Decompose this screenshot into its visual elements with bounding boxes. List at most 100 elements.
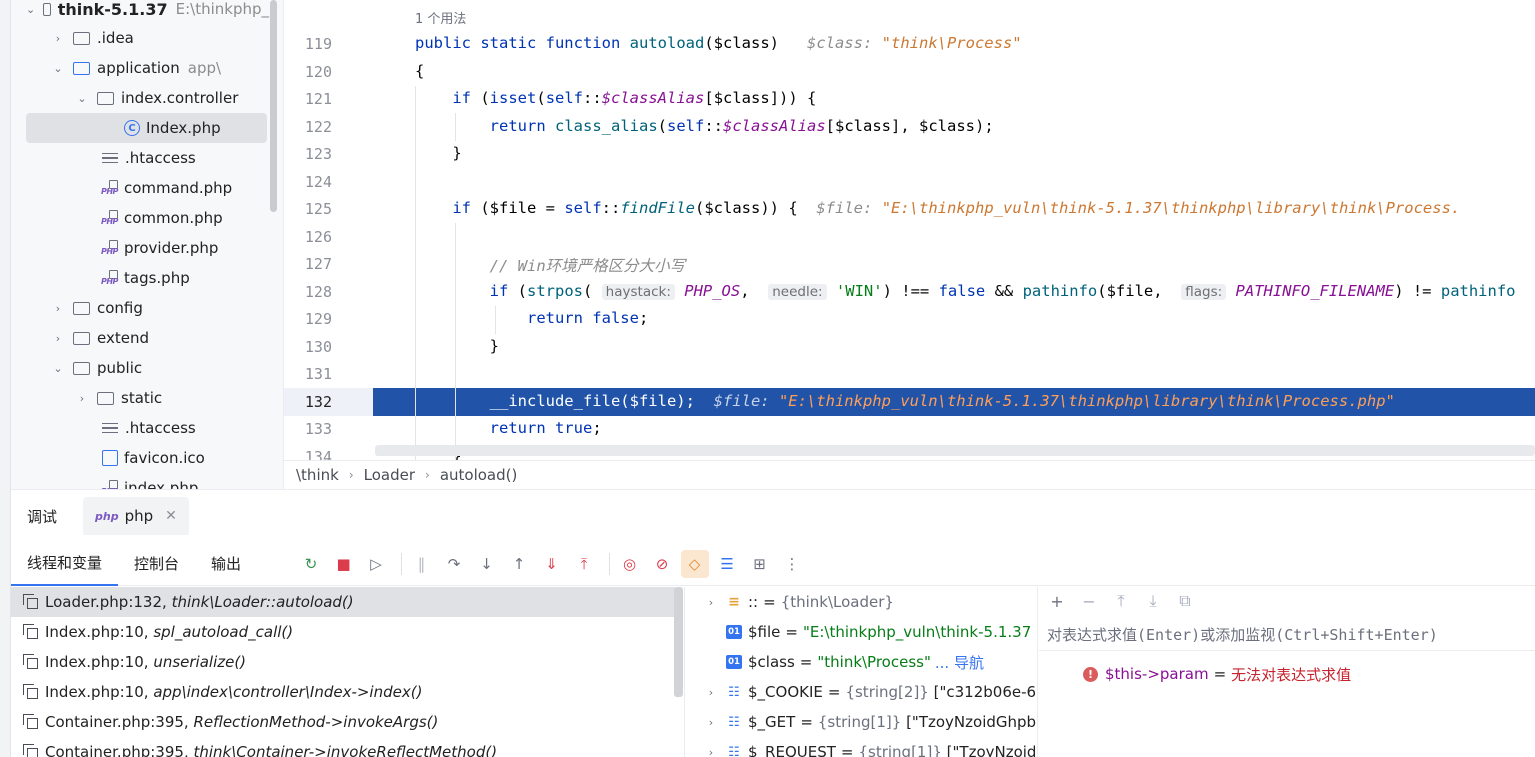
chevron-right-icon[interactable]: ›: [702, 746, 720, 757]
copy-icon[interactable]: ⧉: [1173, 589, 1197, 613]
usage-hint[interactable]: 1 个用法: [415, 8, 466, 27]
remove-icon[interactable]: −: [1077, 589, 1101, 613]
tree-item-extend[interactable]: › extend: [51, 323, 269, 353]
add-icon[interactable]: +: [1045, 589, 1069, 613]
php-file-icon: PHP: [101, 180, 119, 196]
line-number: 128: [304, 283, 332, 301]
evaluate-expression-field[interactable]: [1039, 619, 1535, 651]
stack-frame[interactable]: Index.php:10, unserialize(): [11, 647, 675, 677]
php-icon: php: [95, 509, 119, 523]
frame-icon: [23, 594, 39, 610]
code-line-125: if ($file = self::findFile($class)) { $f…: [452, 199, 1461, 217]
view-breakpoints-icon[interactable]: ◎: [616, 550, 644, 578]
chevron-right-icon[interactable]: ›: [702, 596, 720, 609]
chevron-right-icon[interactable]: ›: [702, 686, 720, 699]
tree-item-provider-php[interactable]: PHP provider.php: [101, 233, 269, 263]
breadcrumb-item[interactable]: autoload(): [440, 466, 518, 484]
tree-item-idea[interactable]: › .idea: [51, 23, 269, 53]
more-options-icon[interactable]: ⋮: [778, 550, 806, 578]
folder-icon: [73, 361, 90, 375]
frame-function: think\Container->invokeReflectMethod(): [193, 743, 498, 757]
tree-item-label: favicon.ico: [124, 449, 205, 467]
tree-item-application[interactable]: ⌄ application app\: [51, 53, 269, 83]
frames-list: Loader.php:132, think\Loader::autoload()…: [11, 587, 685, 757]
step-over-icon[interactable]: ↷: [440, 550, 468, 578]
stop-icon[interactable]: ■: [330, 550, 358, 578]
tree-item-label: index.controller: [121, 89, 239, 107]
add-watch-icon[interactable]: ⊞: [746, 550, 774, 578]
variable-row[interactable]: 01 $class = "think\Process"... 导航: [686, 647, 1037, 677]
stack-frame[interactable]: Index.php:10, spl_autoload_call(): [11, 617, 675, 647]
breadcrumb-item[interactable]: \think: [296, 466, 339, 484]
evaluate-expression-input[interactable]: [1047, 625, 1535, 644]
break-at-first-line-icon[interactable]: ◇: [680, 549, 709, 578]
editor-horizontal-scrollbar[interactable]: [375, 445, 1535, 456]
watch-entry[interactable]: ! $this->param = 无法对表达式求值: [1039, 659, 1351, 689]
stack-frame[interactable]: Index.php:10, app\index\controller\Index…: [11, 677, 675, 707]
variable-row[interactable]: 01 $file = "E:\thinkphp_vuln\think-5.1.37: [686, 617, 1037, 647]
chevron-right-icon: ›: [55, 301, 61, 315]
code-comment: // Win环境严格区分大小写: [489, 257, 686, 275]
project-tree: ⌄ think-5.1.37 E:\thinkphp_ › .idea ⌄ ap…: [0, 0, 284, 489]
watch-expression: $this->param: [1105, 665, 1209, 683]
tab-console[interactable]: 控制台: [118, 542, 195, 586]
line-number: 123: [304, 145, 332, 163]
tree-item-htaccess[interactable]: .htaccess: [102, 143, 269, 173]
frames-scrollbar[interactable]: [674, 587, 683, 697]
frame-icon: [23, 744, 39, 757]
navigate-link[interactable]: ... 导航: [935, 652, 984, 673]
debug-header: 调试 php php ✕: [11, 490, 1535, 542]
tree-item-static[interactable]: › static: [75, 383, 269, 413]
frame-location: Container.php:395,: [45, 743, 189, 757]
variable-row[interactable]: › ≡ :: = {think\Loader}: [686, 587, 1037, 617]
frame-function: unserialize(): [153, 653, 247, 671]
inline-debug-value: "E:\thinkphp_vuln\think-5.1.37\thinkphp\…: [881, 199, 1461, 217]
frames-list-icon[interactable]: ☰: [713, 550, 741, 578]
code-editor[interactable]: 1 个用法 119 120 121 122 123 124 125 126 12…: [284, 0, 1535, 460]
debug-session-tab[interactable]: php php ✕: [83, 497, 189, 535]
tree-item-index-php[interactable]: C Index.php: [26, 113, 267, 143]
breadcrumb-separator: ›: [425, 468, 430, 482]
tree-item-favicon[interactable]: favicon.ico: [102, 443, 269, 473]
tree-item-index-php-public[interactable]: PHP index.php: [101, 473, 269, 489]
variable-row[interactable]: › ☷ $_GET = {string[1]} ["TzoyNzoidGhpbl: [686, 707, 1037, 737]
chevron-right-icon[interactable]: ›: [702, 716, 720, 729]
watches-panel: + − ⤒ ⤓ ⧉ ! $this->param=无法对表达式求值: [1039, 587, 1535, 757]
stack-frame[interactable]: Loader.php:132, think\Loader::autoload(): [11, 587, 675, 617]
tree-item-command-php[interactable]: PHP command.php: [101, 173, 269, 203]
pause-icon[interactable]: ‖: [408, 550, 436, 578]
tree-item-public[interactable]: ⌄ public: [51, 353, 269, 383]
tree-scrollbar[interactable]: [270, 0, 277, 212]
move-down-icon[interactable]: ⤓: [1141, 589, 1165, 613]
inline-debug-label: $class:: [806, 34, 873, 52]
tree-item-config[interactable]: › config: [51, 293, 269, 323]
run-to-cursor-icon[interactable]: ⤒: [570, 550, 598, 578]
folder-icon: [73, 331, 90, 345]
variable-row[interactable]: › ☷ $_REQUEST = {string[1]} ["TzoyNzoid: [686, 737, 1037, 757]
tree-item-tags-php[interactable]: PHP tags.php: [101, 263, 269, 293]
debug-toolbar: 线程和变量 控制台 输出 ↻ ■ ▷ ‖ ↷ ↓ ↑ ⇓ ⤒ ◎ ⊘ ◇ ☰ ⊞…: [11, 542, 1535, 586]
close-icon[interactable]: ✕: [165, 508, 177, 524]
frame-icon: [23, 654, 39, 670]
tree-item-root[interactable]: ⌄ think-5.1.37 E:\thinkphp_: [26, 0, 269, 24]
mute-breakpoints-icon[interactable]: ⊘: [648, 550, 676, 578]
tree-item-common-php[interactable]: PHP common.php: [101, 203, 269, 233]
step-out-icon[interactable]: ↑: [505, 550, 533, 578]
tree-item-index-controller[interactable]: ⌄ index.controller: [75, 83, 269, 113]
variable-row[interactable]: › ☷ $_COOKIE = {string[2]} ["c312b06e-6: [686, 677, 1037, 707]
tree-item-label: application: [97, 59, 180, 77]
tab-threads-variables[interactable]: 线程和变量: [11, 542, 119, 586]
force-step-into-icon[interactable]: ⇓: [538, 550, 566, 578]
code-line-132: __include_file($file); $file: "E:\thinkp…: [415, 392, 1395, 410]
stack-frame[interactable]: Container.php:395, think\Container->invo…: [11, 737, 675, 757]
resume-icon[interactable]: ▷: [362, 550, 390, 578]
stack-frame[interactable]: Container.php:395, ReflectionMethod->inv…: [11, 707, 675, 737]
line-number: 122: [304, 118, 332, 136]
tree-item-htaccess-public[interactable]: .htaccess: [102, 413, 269, 443]
tab-output[interactable]: 输出: [195, 542, 257, 586]
breadcrumb-item[interactable]: Loader: [364, 466, 415, 484]
rerun-icon[interactable]: ↻: [297, 550, 325, 578]
move-up-icon[interactable]: ⤒: [1109, 589, 1133, 613]
frame-icon: [23, 684, 39, 700]
step-into-icon[interactable]: ↓: [473, 550, 501, 578]
